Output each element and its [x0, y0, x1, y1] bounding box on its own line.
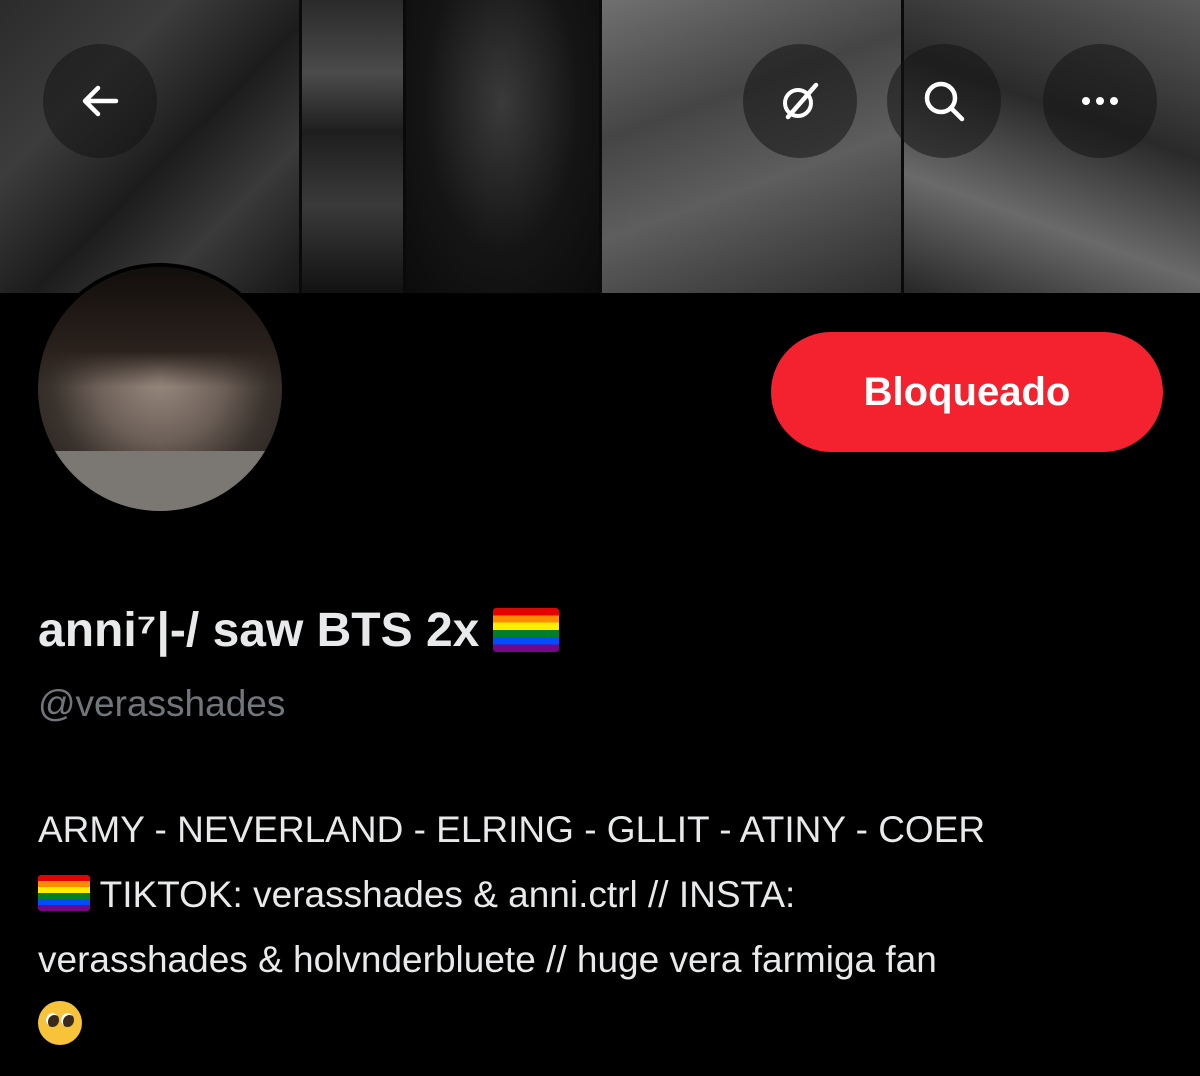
display-name: anni⁷|-/ saw BTS 2x — [38, 603, 559, 658]
banner-divider — [299, 0, 302, 293]
back-button[interactable] — [43, 44, 157, 158]
search-button[interactable] — [887, 44, 1001, 158]
more-horizontal-icon — [1082, 97, 1118, 105]
banner-photo-3 — [404, 0, 600, 293]
banner-photo-2 — [300, 0, 404, 293]
username-handle: @verasshades — [38, 683, 286, 724]
avatar-photo — [38, 267, 282, 511]
more-button[interactable] — [1043, 44, 1157, 158]
bio-line-3: verasshades & holvnderbluete // huge ver… — [38, 939, 937, 980]
rainbow-flag-icon — [38, 875, 90, 911]
pleading-face-icon — [38, 1001, 82, 1045]
avatar[interactable] — [34, 263, 286, 515]
profile-bio: ARMY - NEVERLAND - ELRING - GLLIT - ATIN… — [38, 797, 1168, 1057]
bio-line-2-text: TIKTOK: verasshades & anni.ctrl // INSTA… — [90, 874, 796, 915]
grok-icon — [783, 82, 819, 120]
banner-photo-4 — [600, 0, 902, 293]
bio-line-1: ARMY - NEVERLAND - ELRING - GLLIT - ATIN… — [38, 809, 986, 850]
bio-line-4 — [38, 992, 1168, 1057]
display-name-text: anni⁷|-/ saw BTS 2x — [38, 604, 480, 657]
bio-line-2: TIKTOK: verasshades & anni.ctrl // INSTA… — [38, 862, 1168, 927]
blocked-button[interactable]: Bloqueado — [771, 332, 1163, 452]
banner-photo-1 — [0, 0, 300, 293]
grok-button[interactable] — [743, 44, 857, 158]
search-icon — [924, 81, 965, 122]
banner-divider — [403, 0, 406, 293]
profile-banner[interactable] — [0, 0, 1200, 293]
banner-divider — [901, 0, 904, 293]
arrow-left-icon — [82, 85, 119, 117]
banner-divider — [599, 0, 602, 293]
rainbow-flag-icon — [492, 608, 559, 652]
